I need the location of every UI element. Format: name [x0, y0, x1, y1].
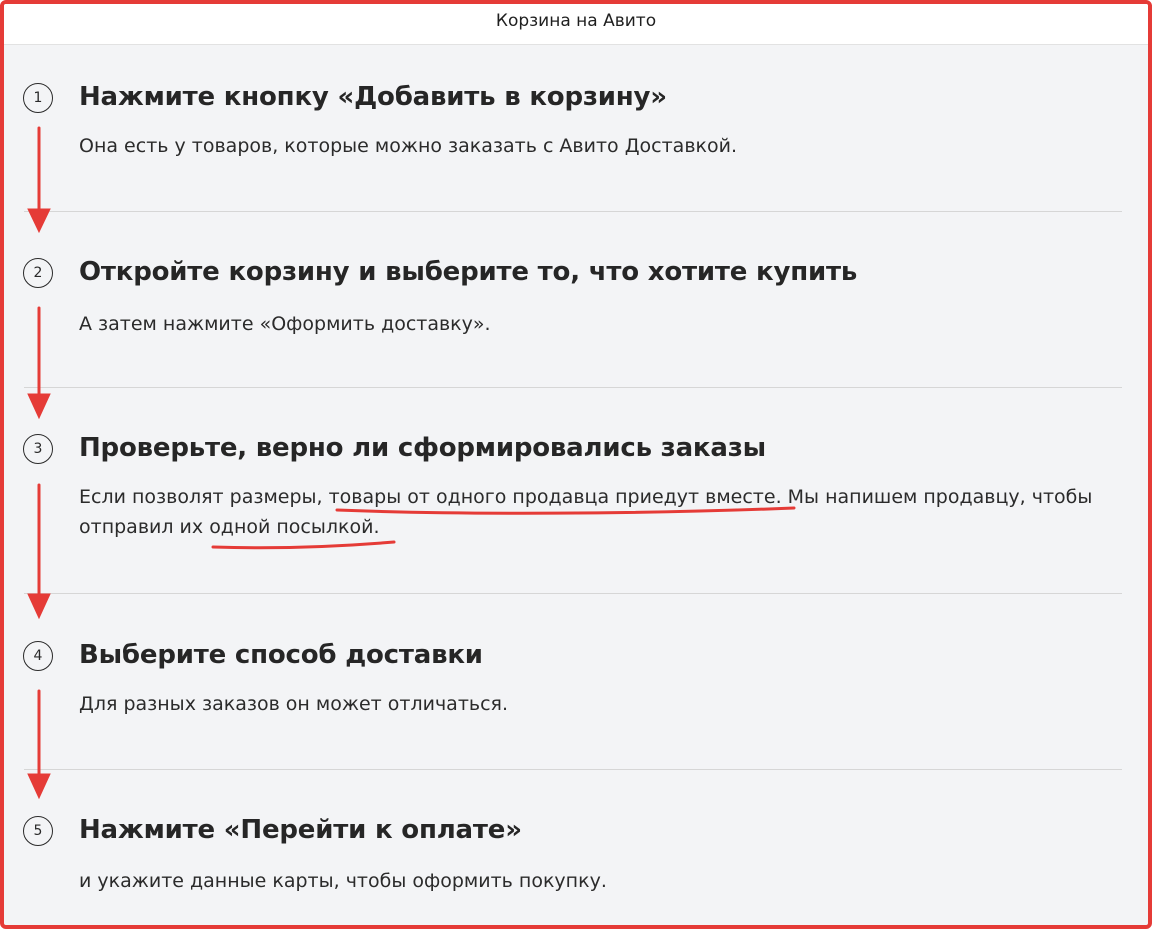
divider: [24, 387, 1122, 388]
step-description: Для разных заказов он может отличаться.: [79, 693, 508, 715]
step-number-badge: 1: [23, 83, 53, 113]
description-text: Если позволят размеры,: [79, 486, 329, 508]
down-arrow-2: [27, 306, 51, 420]
step-title: Нажмите кнопку «Добавить в корзину»: [79, 82, 667, 112]
down-arrow-4: [27, 689, 51, 800]
step-title: Выберите способ доставки: [79, 640, 483, 670]
step-number-badge: 3: [23, 434, 53, 464]
underlined-phrase: одной посылкой: [209, 516, 374, 538]
step-title: Откройте корзину и выберите то, что хоти…: [79, 257, 858, 287]
step-title: Нажмите «Перейти к оплате»: [79, 815, 522, 845]
step-number-badge: 2: [23, 258, 53, 288]
underline-stroke-2: [211, 540, 396, 550]
screenshot-frame: Корзина на Авито 1 Нажмите кнопку «Добав…: [0, 0, 1152, 929]
window-title: Корзина на Авито: [495, 11, 657, 31]
step-number-badge: 5: [23, 816, 53, 846]
step-description: Если позволят размеры, товары от одного …: [79, 482, 1139, 542]
down-arrow-1: [27, 126, 51, 234]
step-description: и укажите данные карты, чтобы оформить п…: [79, 870, 607, 892]
step-number-badge: 4: [23, 641, 53, 671]
step-description: Она есть у товаров, которые можно заказа…: [79, 135, 738, 157]
divider: [24, 593, 1122, 594]
description-text: .: [373, 516, 380, 538]
step-description: А затем нажмите «Оформить доставку».: [79, 313, 491, 335]
window-title-bar: Корзина на Авито: [4, 4, 1148, 45]
down-arrow-3: [27, 483, 51, 620]
divider: [24, 211, 1122, 212]
step-title: Проверьте, верно ли сформировались заказ…: [79, 433, 766, 463]
underlined-phrase: товары от одного продавца приедут вместе: [328, 486, 776, 508]
divider: [24, 769, 1122, 770]
